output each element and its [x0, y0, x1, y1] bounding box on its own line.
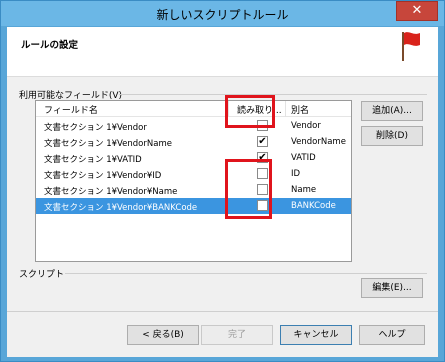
field-name: 文書セクション 1¥Vendor¥Name: [44, 187, 178, 197]
field-name: 文書セクション 1¥Vendor¥ID: [44, 171, 162, 181]
field-name: 文書セクション 1¥Vendor: [44, 123, 147, 133]
column-divider[interactable]: [285, 101, 286, 117]
column-header-field-name[interactable]: フィールド名: [44, 103, 98, 116]
readonly-checkbox[interactable]: [257, 184, 268, 195]
readonly-checkbox[interactable]: ✔: [257, 152, 268, 163]
header-band: ルールの設定: [7, 27, 438, 77]
fields-listview[interactable]: フィールド名 読み取り... 別名 文書セクション 1¥Vendor Vendo…: [35, 100, 352, 262]
field-name: 文書セクション 1¥Vendor¥BANKCode: [44, 203, 198, 213]
page-title: ルールの設定: [21, 40, 79, 51]
readonly-checkbox[interactable]: ✔: [257, 136, 268, 147]
readonly-checkbox[interactable]: [257, 168, 268, 179]
title-bar[interactable]: 新しいスクリプトルール ✕: [1, 1, 444, 26]
field-alias: VendorName: [291, 137, 346, 147]
field-name: 文書セクション 1¥VATID: [44, 155, 142, 165]
edit-button[interactable]: 編集(E)...: [361, 278, 423, 298]
readonly-checkbox[interactable]: [257, 200, 268, 211]
script-section-divider: [65, 273, 427, 274]
field-alias: Name: [291, 185, 317, 195]
cancel-button[interactable]: キャンセル: [280, 325, 352, 345]
list-item[interactable]: 文書セクション 1¥Vendor¥ID ID: [36, 166, 351, 182]
listview-header: フィールド名 読み取り... 別名: [36, 101, 351, 117]
back-button[interactable]: < 戻る(B): [127, 325, 199, 345]
script-section-label: スクリプト: [19, 270, 65, 280]
column-header-readonly[interactable]: 読み取り...: [237, 103, 282, 116]
list-item[interactable]: 文書セクション 1¥VendorName ✔ VendorName: [36, 134, 351, 150]
column-divider[interactable]: [228, 101, 229, 117]
add-button[interactable]: 追加(A)...: [361, 101, 423, 121]
dialog-client-area: ルールの設定 利用可能なフィールド(V) フィールド名 読み取り... 別名 文…: [7, 27, 438, 357]
delete-button[interactable]: 削除(D): [361, 126, 423, 146]
footer-divider: [7, 311, 438, 312]
list-item[interactable]: 文書セクション 1¥VATID ✔ VATID: [36, 150, 351, 166]
red-flag-icon: [402, 32, 420, 61]
readonly-checkbox[interactable]: [257, 120, 268, 131]
finish-button[interactable]: 完了: [201, 325, 273, 345]
column-header-alias[interactable]: 別名: [291, 103, 309, 116]
field-alias: Vendor: [291, 121, 321, 131]
list-item-selected[interactable]: 文書セクション 1¥Vendor¥BANKCode BANKCode: [36, 198, 351, 214]
list-item[interactable]: 文書セクション 1¥Vendor Vendor: [36, 118, 351, 134]
list-item[interactable]: 文書セクション 1¥Vendor¥Name Name: [36, 182, 351, 198]
window-title: 新しいスクリプトルール: [156, 8, 289, 22]
field-name: 文書セクション 1¥VendorName: [44, 139, 172, 149]
fields-section-divider: [119, 94, 427, 95]
field-alias: ID: [291, 169, 301, 179]
field-alias: VATID: [291, 153, 316, 163]
dialog-window: 新しいスクリプトルール ✕ ルールの設定 利用可能なフィールド(V) フィールド…: [0, 0, 445, 362]
close-button[interactable]: ✕: [396, 1, 438, 21]
help-button[interactable]: ヘルプ: [359, 325, 425, 345]
field-alias: BANKCode: [291, 201, 336, 211]
